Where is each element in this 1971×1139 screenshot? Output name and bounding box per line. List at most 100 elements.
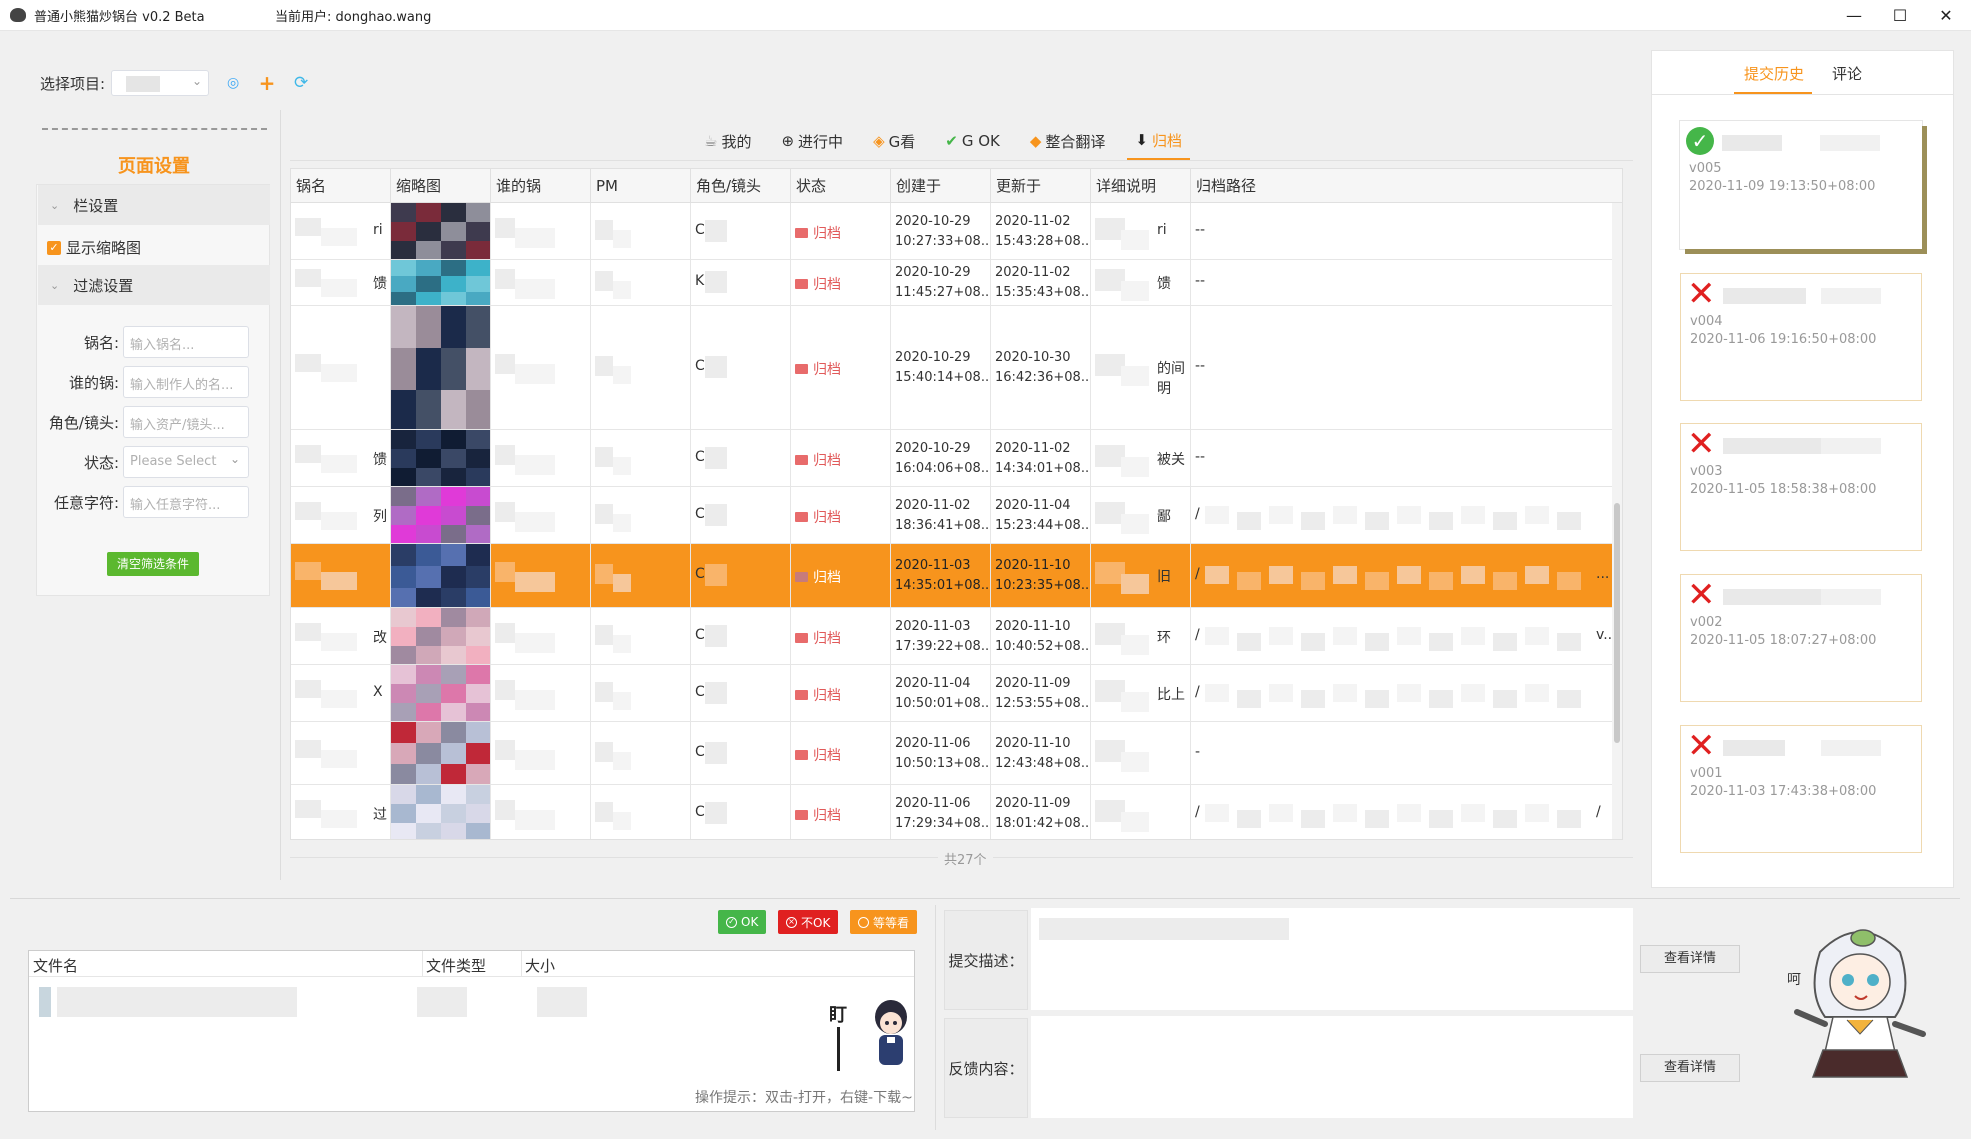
col-detail[interactable]: 详细说明	[1091, 169, 1191, 203]
redacted-block	[391, 203, 416, 222]
cell-pm	[591, 203, 691, 259]
redacted-block	[595, 219, 613, 240]
redacted-block	[416, 487, 441, 506]
redacted-block	[1365, 809, 1389, 828]
tab-mine[interactable]: ☕ 我的	[696, 122, 759, 160]
close-button[interactable]: ✕	[1923, 0, 1969, 31]
date-text: 2020-11-03	[895, 618, 971, 634]
col-file-name[interactable]: 文件名	[33, 955, 78, 976]
tab-comments[interactable]: 评论	[1832, 63, 1862, 84]
cell-detail: 被关	[1091, 430, 1191, 486]
table-scrollbar[interactable]	[1612, 203, 1622, 839]
tab-g-review[interactable]: ◈ G看	[865, 122, 923, 160]
maximize-button[interactable]: ☐	[1877, 0, 1923, 31]
table-row[interactable]: C 归档 2020-10-29 15:40:14+08... 2020-10-30 16:…	[291, 306, 1622, 430]
redacted-block	[466, 722, 490, 743]
table-row[interactable]: 馈 K 归档 2020-10-29 11:45:27+08... 2020-11-02 15…	[291, 260, 1622, 306]
cell-status: 归档	[791, 430, 891, 486]
col-owner[interactable]: 谁的锅	[491, 169, 591, 203]
filter-status-select[interactable]: Please Select ⌄	[123, 446, 249, 478]
x-mark-icon: ✕	[1687, 575, 1716, 615]
table-row[interactable]: 馈 C 归档 2020-10-29 16:04:06+08... 2020-11-02 14…	[291, 430, 1622, 487]
view-feedback-detail-button[interactable]: 查看详情	[1640, 1054, 1740, 1082]
tab-submit-history[interactable]: 提交历史	[1744, 63, 1804, 84]
table-row[interactable]: C 归档 2020-11-06 10:50:13+08... 2020-11-10 12:…	[291, 722, 1622, 785]
submit-history-card[interactable]: ✓ v005 2020-11-09 19:13:50+08:00	[1680, 121, 1922, 249]
folder-icon	[795, 511, 808, 522]
cell-detail: 环	[1091, 608, 1191, 664]
minimize-button[interactable]: —	[1831, 0, 1877, 31]
col-thumbnail[interactable]: 缩略图	[391, 169, 491, 203]
col-updated[interactable]: 更新于	[991, 169, 1091, 203]
tab-g-ok[interactable]: ✔ G OK	[937, 122, 1008, 160]
redacted-block	[391, 306, 416, 348]
history-title-redacted	[1821, 740, 1881, 756]
filter-name-input[interactable]: 输入锅名...	[123, 326, 249, 358]
redacted-block	[1121, 456, 1149, 477]
cell-status: 归档	[791, 487, 891, 543]
file-row-redacted[interactable]	[39, 987, 51, 1017]
cell-text: /	[1195, 505, 1200, 522]
col-status[interactable]: 状态	[791, 169, 891, 203]
tab-translation[interactable]: ◆ 整合翻译	[1022, 122, 1114, 160]
divider	[290, 160, 1633, 161]
col-name[interactable]: 锅名	[291, 169, 391, 203]
cell-thumbnail	[391, 430, 491, 486]
table-row[interactable]: ri C 归档 2020-10-29 10:27:33+08... 2020-11-02 1…	[291, 203, 1622, 260]
table-row[interactable]: X C 归档 2020-11-04 10:50:01+08... 2020-11-09 12…	[291, 665, 1622, 722]
col-role[interactable]: 角色/镜头	[691, 169, 791, 203]
redacted-block	[705, 503, 727, 526]
tab-in-progress[interactable]: ⊕ 进行中	[773, 122, 851, 160]
cell-thumbnail	[391, 722, 491, 784]
redacted-block	[321, 454, 357, 473]
redacted-block	[441, 703, 466, 721]
submit-history-card[interactable]: ✕ v003 2020-11-05 18:58:38+08:00	[1680, 423, 1922, 551]
submit-history-card[interactable]: ✕ v002 2020-11-05 18:07:27+08:00	[1680, 574, 1922, 702]
project-select[interactable]: ⌄	[111, 70, 210, 96]
clear-filters-button[interactable]: 清空筛选条件	[107, 552, 199, 576]
history-version: v002	[1690, 615, 1723, 630]
redacted-block	[321, 227, 357, 246]
table-row[interactable]: 过 C 归档 2020-11-06 17:29:34+08... 2020-11-09 18…	[291, 785, 1622, 839]
filter-role-input[interactable]: 输入资产/镜头...	[123, 406, 249, 438]
col-archive-path[interactable]: 归档路径	[1191, 169, 1622, 203]
redacted-block	[391, 222, 416, 241]
column-settings-header[interactable]: ⌄ 栏设置	[38, 185, 270, 225]
submit-desc-box[interactable]	[1031, 908, 1633, 1010]
active-tab-underline	[1734, 92, 1812, 94]
col-created[interactable]: 创建于	[891, 169, 991, 203]
submit-history-card[interactable]: ✕ v004 2020-11-06 19:16:50+08:00	[1680, 273, 1922, 401]
redacted-block	[416, 276, 441, 292]
table-row[interactable]: 改 C 归档 2020-11-03 17:39:22+08... 2020-11-10 10…	[291, 608, 1622, 665]
submit-history-card[interactable]: ✕ v001 2020-11-03 17:43:38+08:00	[1680, 725, 1922, 853]
filter-any-input[interactable]: 输入任意字符...	[123, 486, 249, 518]
target-icon[interactable]: ◎	[223, 75, 243, 91]
view-submit-detail-button[interactable]: 查看详情	[1640, 945, 1740, 973]
scrollbar-thumb[interactable]	[1614, 503, 1620, 743]
add-icon[interactable]: +	[257, 71, 277, 95]
ok-button[interactable]: ✓ OK	[718, 910, 767, 934]
tab-label: 进行中	[798, 132, 844, 151]
checkbox-checked-icon: ✓	[47, 240, 61, 255]
show-thumbnail-checkbox[interactable]: ✓ 显示缩略图	[47, 237, 141, 258]
file-list-header: 文件名 文件类型 大小	[29, 951, 914, 977]
cell-archive-path: /	[1191, 487, 1614, 543]
tab-label: 整合翻译	[1045, 132, 1106, 151]
col-file-size[interactable]: 大小	[525, 955, 555, 976]
col-pm[interactable]: PM	[591, 169, 691, 203]
table-row[interactable]: C 归档 2020-11-03 14:35:01+08... 2020-11-10 10:…	[291, 544, 1622, 608]
redacted-block	[466, 348, 490, 390]
wait-button[interactable]: 等等看	[850, 910, 918, 934]
filter-settings-header[interactable]: ⌄ 过滤设置	[38, 265, 270, 305]
table-row[interactable]: 列 C 归档 2020-11-02 18:36:41+08... 2020-11-04 15…	[291, 487, 1622, 544]
refresh-icon[interactable]: ⟳	[291, 73, 311, 93]
redacted-block	[705, 356, 727, 378]
redacted-block	[295, 622, 321, 641]
feedback-box[interactable]	[1031, 1016, 1633, 1118]
filter-owner-input[interactable]: 输入制作人的名...	[123, 366, 249, 398]
tab-archive[interactable]: ⬇ 归档	[1127, 122, 1191, 160]
col-file-type[interactable]: 文件类型	[426, 955, 486, 976]
filter-label: 谁的锅:	[68, 373, 119, 392]
history-title-redacted	[1821, 438, 1881, 454]
not-ok-button[interactable]: × 不OK	[778, 910, 839, 934]
